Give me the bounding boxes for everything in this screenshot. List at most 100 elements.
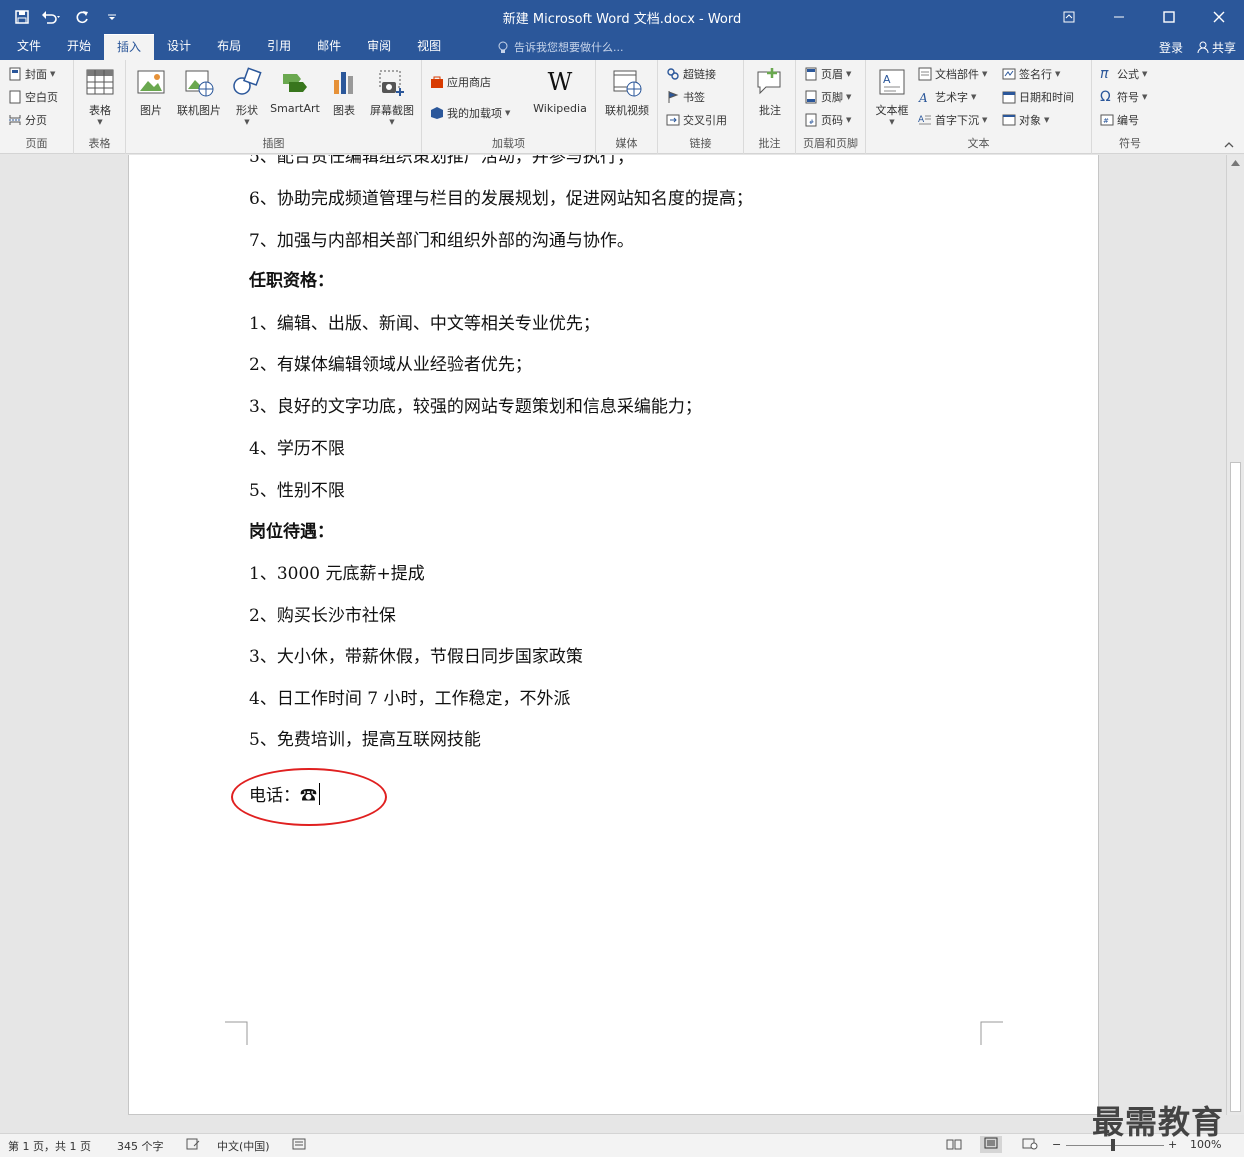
list-item[interactable]: 1、3000 元底薪+提成 (249, 559, 425, 584)
share-button[interactable]: 共享 (1197, 39, 1236, 56)
macro-button[interactable] (292, 1138, 306, 1153)
web-layout-icon (1022, 1138, 1038, 1150)
online-picture-button[interactable]: 联机图片 (172, 66, 226, 118)
list-item[interactable]: 4、日工作时间 7 小时，工作稳定，不外派 (249, 684, 570, 709)
comment-button[interactable]: 批注 (745, 66, 795, 118)
list-item[interactable]: 3、良好的文字功底，较强的网站专题策划和信息采编能力； (249, 392, 702, 417)
textbox-label: 文本框 (875, 104, 909, 117)
group-text: A 文本框 ▼ 文档部件 ▼ A 艺术字 ▼ A 首字下沉 ▼ 签名行 ▼ 日期和时间 … (866, 60, 1092, 154)
textbox-button[interactable]: A 文本框 ▼ (867, 66, 917, 126)
section-heading[interactable]: 岗位待遇： (249, 517, 334, 542)
tab-1[interactable]: 开始 (54, 34, 104, 60)
group-label-symbols: 符号 (1119, 137, 1141, 150)
collapse-ribbon-button[interactable] (1224, 138, 1234, 151)
zoom-slider[interactable] (1066, 1145, 1164, 1146)
bookmark-button[interactable]: 书签 (666, 87, 705, 107)
object-button[interactable]: 对象 ▼ (1002, 110, 1049, 130)
watermark-logo: 最需教育 (1092, 1103, 1225, 1141)
language-indicator[interactable]: 中文(中国) (217, 1138, 270, 1154)
symbol-button[interactable]: Ω 符号 ▼ (1100, 87, 1147, 107)
number-button[interactable]: # 编号 (1100, 110, 1139, 130)
hyperlink-button[interactable]: 超链接 (666, 64, 716, 84)
dropcap-button[interactable]: A 首字下沉 ▼ (918, 110, 987, 130)
highlight-ellipse (231, 768, 387, 826)
word-count[interactable]: 345 个字 (117, 1138, 164, 1154)
tab-2[interactable]: 插入 (104, 34, 155, 60)
tab-8[interactable]: 视图 (404, 34, 454, 60)
list-item[interactable]: 4、学历不限 (249, 434, 345, 459)
scroll-up-arrow[interactable] (1231, 159, 1240, 169)
tab-6[interactable]: 邮件 (304, 34, 354, 60)
tell-me-box[interactable]: 告诉我您想要做什么... (498, 39, 624, 55)
wordart-button[interactable]: A 艺术字 ▼ (918, 87, 976, 107)
section-heading[interactable]: 任职资格： (249, 266, 334, 291)
screenshot-button[interactable]: 屏幕截图 ▼ (364, 66, 420, 126)
ribbon-tabs: 文件 开始 插入 设计 布局 引用 邮件 审阅 视图 (4, 34, 454, 60)
group-tables: 表格 ▼ 表格 (74, 60, 126, 154)
footer-button[interactable]: 页脚 ▼ (804, 87, 851, 107)
vertical-scrollbar[interactable] (1226, 155, 1244, 1115)
chevron-up-icon (1224, 142, 1234, 148)
cross-reference-button[interactable]: 交叉引用 (666, 110, 727, 130)
document-area: 4、积极与作者沟通交流，保持良好合作关系； 电话：☎ 5、配合责任编辑组织策划推… (0, 155, 1226, 1115)
tab-4[interactable]: 布局 (204, 34, 254, 60)
tab-3[interactable]: 设计 (154, 34, 204, 60)
shapes-button[interactable]: 形状 ▼ (222, 66, 272, 126)
caret-icon: ▼ (389, 118, 395, 126)
smartart-button[interactable]: SmartArt (266, 66, 324, 115)
equation-button[interactable]: π 公式 ▼ (1100, 64, 1147, 84)
picture-button[interactable]: 图片 (126, 66, 176, 118)
close-button[interactable] (1194, 0, 1244, 34)
ribbon-display-button[interactable] (1044, 0, 1094, 34)
list-item[interactable]: 3、大小休，带薪休假，节假日同步国家政策 (249, 642, 583, 667)
minimize-button[interactable] (1094, 0, 1144, 34)
dropcap-label: 首字下沉 (935, 114, 979, 127)
caret-icon: ▼ (889, 118, 895, 126)
maximize-button[interactable] (1144, 0, 1194, 34)
list-item[interactable]: 6、协助完成频道管理与栏目的发展规划，促进网站知名度的提高； (249, 184, 753, 209)
scroll-thumb[interactable] (1230, 462, 1241, 1112)
online-video-icon (613, 70, 642, 97)
read-mode-button[interactable] (946, 1138, 962, 1153)
login-link[interactable]: 登录 (1159, 39, 1183, 56)
table-button[interactable]: 表格 ▼ (75, 66, 125, 126)
store-icon (431, 76, 443, 88)
header-button[interactable]: 页眉 ▼ (804, 64, 851, 84)
document-page[interactable]: 4、积极与作者沟通交流，保持良好合作关系； 电话：☎ 5、配合责任编辑组织策划推… (128, 155, 1099, 1115)
maximize-icon (1163, 11, 1175, 23)
cross-reference-icon (666, 114, 680, 126)
list-item[interactable]: 2、购买长沙市社保 (249, 601, 396, 626)
list-item[interactable]: 5、性别不限 (249, 476, 345, 501)
shapes-label: 形状 (236, 104, 258, 117)
group-symbols: π 公式 ▼ Ω 符号 ▼ # 编号 符号 (1092, 60, 1168, 154)
cover-page-button[interactable]: 封面 ▼ (8, 64, 55, 84)
my-addins-button[interactable]: 我的加载项 ▼ (430, 103, 510, 123)
datetime-button[interactable]: 日期和时间 (1002, 87, 1074, 107)
list-item[interactable]: 2、有媒体编辑领域从业经验者优先； (249, 350, 532, 375)
tab-7[interactable]: 审阅 (354, 34, 404, 60)
page-number-button[interactable]: # 页码 ▼ (804, 110, 851, 130)
list-item[interactable]: 1、编辑、出版、新闻、中文等相关专业优先； (249, 309, 600, 334)
proofing-button[interactable] (186, 1138, 200, 1153)
page-break-button[interactable]: 分页 (8, 110, 47, 130)
wikipedia-button[interactable]: W Wikipedia (532, 66, 588, 115)
list-item[interactable]: 5、免费培训，提高互联网技能 (249, 725, 481, 750)
chart-button[interactable]: 图表 (319, 66, 369, 118)
web-layout-button[interactable] (1022, 1138, 1038, 1153)
online-video-button[interactable]: 联机视频 (600, 66, 654, 118)
zoom-out-button[interactable]: − (1052, 1138, 1061, 1151)
print-layout-button[interactable] (980, 1136, 1002, 1153)
tab-0[interactable]: 文件 (4, 34, 54, 60)
tab-5[interactable]: 引用 (254, 34, 304, 60)
store-button[interactable]: 应用商店 (430, 72, 491, 92)
list-item[interactable]: 7、加强与内部相关部门和组织外部的沟通与协作。 (249, 226, 634, 251)
omega-icon: Ω (1100, 89, 1111, 105)
quick-parts-button[interactable]: 文档部件 ▼ (918, 64, 987, 84)
blank-page-button[interactable]: 空白页 (8, 87, 58, 107)
picture-icon (137, 70, 165, 94)
page-count[interactable]: 第 1 页，共 1 页 (8, 1138, 91, 1154)
signature-line-button[interactable]: 签名行 ▼ (1002, 64, 1060, 84)
list-item[interactable]: 5、配合责任编辑组织策划推广活动，并参与执行； (249, 155, 634, 167)
comment-label: 批注 (759, 104, 781, 117)
blank-page-icon (9, 90, 21, 104)
